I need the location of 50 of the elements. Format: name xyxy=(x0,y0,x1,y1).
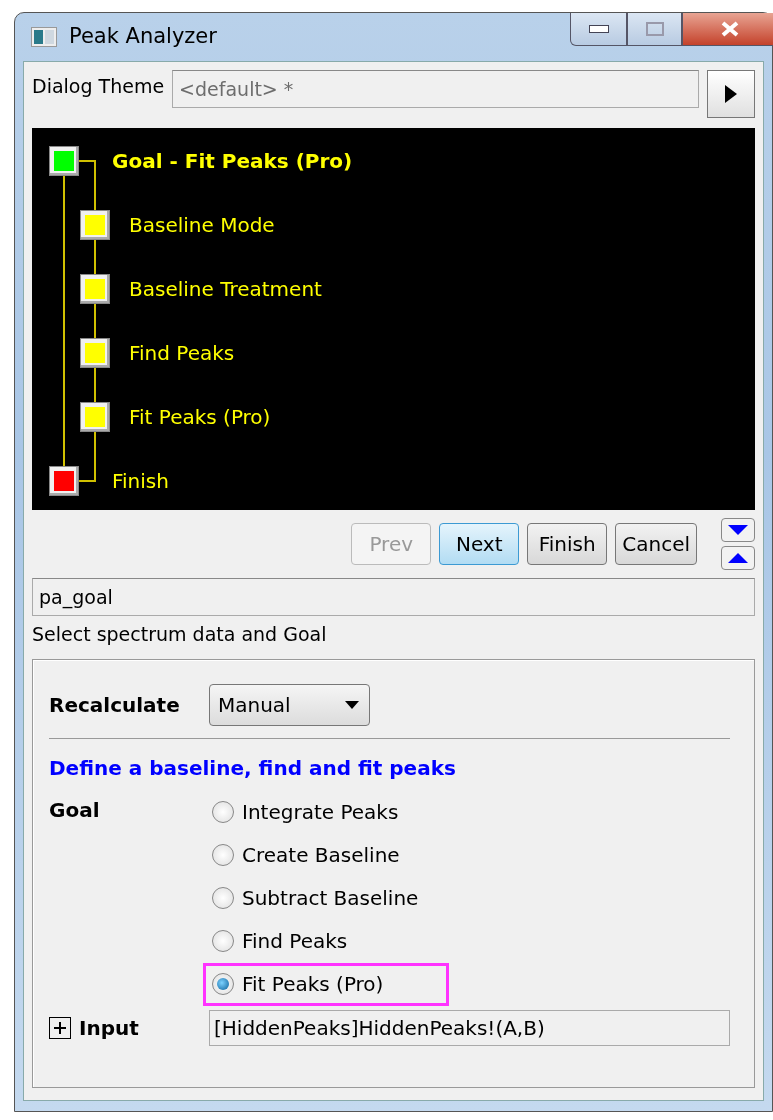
recalculate-dropdown[interactable]: Manual xyxy=(209,683,370,726)
plus-icon xyxy=(53,1020,67,1035)
option-label[interactable]: Fit Peaks (Pro) xyxy=(242,969,384,999)
option-label[interactable]: Integrate Peaks xyxy=(242,797,399,827)
option-label[interactable]: Subtract Baseline xyxy=(242,883,419,913)
minimize-icon xyxy=(588,25,609,33)
wizard-button[interactable]: Cancel xyxy=(615,523,697,565)
app-icon xyxy=(31,27,57,47)
window-title: Peak Analyzer xyxy=(69,23,217,51)
theme-field[interactable]: <default> * xyxy=(172,70,699,108)
up-triangle-icon xyxy=(728,553,748,563)
play-icon xyxy=(725,85,737,103)
wizard-button[interactable]: Next xyxy=(439,523,520,565)
wizard-button[interactable]: Finish xyxy=(527,523,608,565)
expand-button[interactable] xyxy=(49,1016,71,1039)
page-name-field[interactable]: pa_goal xyxy=(32,578,755,616)
scroll-down-button[interactable] xyxy=(721,518,755,542)
description-text: Select spectrum data and Goal xyxy=(32,622,328,647)
radio-button[interactable] xyxy=(212,930,234,952)
radio-option[interactable]: Integrate Peaks xyxy=(203,790,450,834)
field-label: Input xyxy=(79,1014,139,1042)
scroll-up-button[interactable] xyxy=(721,546,755,570)
input-field[interactable]: [HiddenPeaks]HiddenPeaks!(A,B) xyxy=(209,1009,730,1046)
field-label: Dialog Theme xyxy=(32,74,165,99)
step-label[interactable]: Finish xyxy=(112,466,169,496)
option-label[interactable]: Find Peaks xyxy=(242,926,348,956)
maximize-icon xyxy=(645,22,664,36)
radio-button[interactable] xyxy=(212,844,234,866)
radio-option[interactable]: Find Peaks xyxy=(203,919,450,963)
field-label: Goal xyxy=(49,796,101,824)
caret-icon xyxy=(345,700,359,709)
radio-option[interactable]: Create Baseline xyxy=(203,833,450,877)
step-label[interactable]: Fit Peaks (Pro) xyxy=(129,402,271,432)
close-button[interactable] xyxy=(682,13,773,46)
step-label[interactable]: Find Peaks xyxy=(129,338,235,368)
step-label[interactable]: Goal - Fit Peaks (Pro) xyxy=(112,146,353,176)
step-label[interactable]: Baseline Treatment xyxy=(129,274,322,304)
radio-button[interactable] xyxy=(212,801,234,823)
option-label[interactable]: Create Baseline xyxy=(242,840,400,870)
field-label: Recalculate xyxy=(49,691,181,719)
radio-option[interactable]: Subtract Baseline xyxy=(203,876,450,920)
maximize-button[interactable] xyxy=(627,13,682,46)
radio-button[interactable] xyxy=(212,887,234,909)
step-label[interactable]: Baseline Mode xyxy=(129,210,275,240)
close-icon xyxy=(720,21,740,37)
minimize-button[interactable] xyxy=(570,13,627,46)
down-triangle-icon xyxy=(728,525,748,535)
theme-menu-button[interactable] xyxy=(707,70,755,118)
radio-button[interactable] xyxy=(212,973,234,995)
section-heading: Define a baseline, find and fit peaks xyxy=(49,754,457,782)
